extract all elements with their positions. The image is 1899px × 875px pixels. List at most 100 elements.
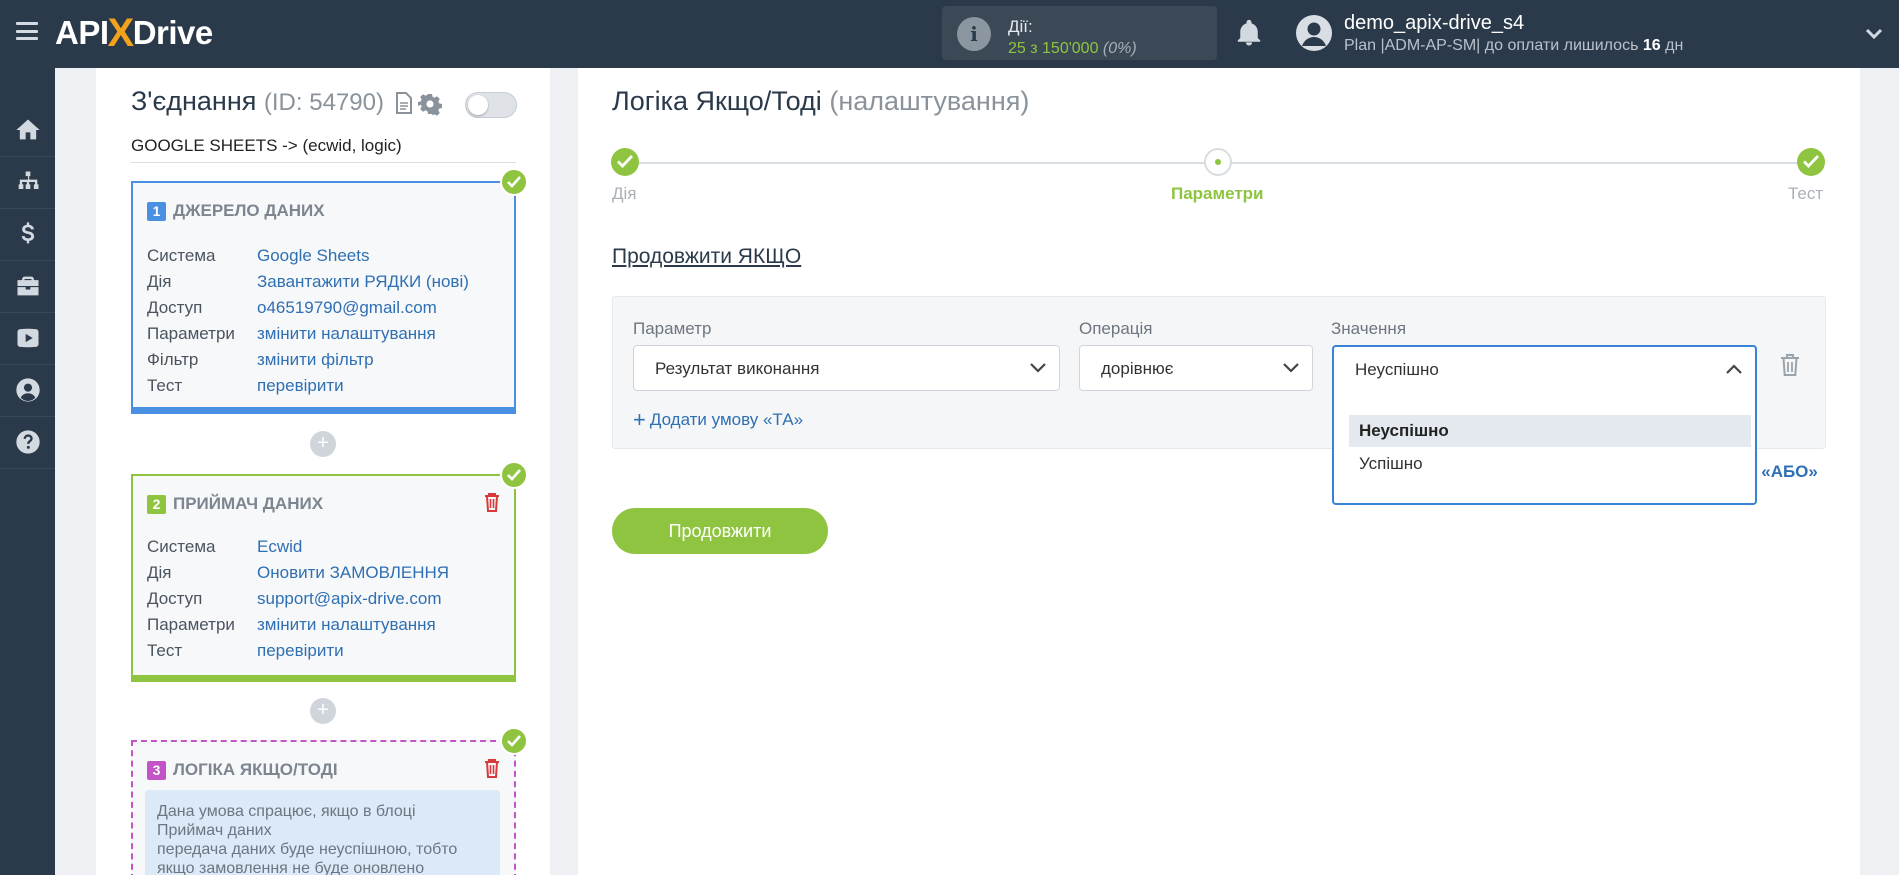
block-row: Параметри змінити налаштування	[147, 612, 449, 638]
logo-text-drive: Drive	[132, 14, 214, 51]
delete-condition-icon[interactable]	[1780, 353, 1800, 377]
row-value-link[interactable]: o46519790@gmail.com	[257, 298, 437, 318]
row-value-link[interactable]: змінити фільтр	[257, 350, 374, 370]
block-number: 2	[147, 494, 166, 514]
note-line: передача даних буде неуспішною, тобто	[157, 841, 458, 858]
logic-block[interactable]: 3 ЛОГІКА ЯКЩО/ТОДІ Дана умова спрацює, як…	[131, 740, 516, 875]
add-and-label: Додати умову «ТА»	[649, 410, 804, 429]
receiver-block[interactable]: 2 ПРИЙМАЧ ДАНИХ Система Ecwid Дія Оновити З…	[131, 474, 516, 682]
home-icon[interactable]	[0, 104, 55, 156]
plan-text: Plan |ADM-AP-SM| до оплати лишилось	[1344, 37, 1643, 54]
add-and-condition-link[interactable]: + Додати умову «ТА»	[633, 405, 804, 432]
row-key: Тест	[147, 641, 183, 660]
delete-block-icon[interactable]	[484, 492, 500, 512]
step-done-icon[interactable]	[611, 148, 639, 176]
actions-counter: i Дії: 25 з 150'000 (0%)	[942, 6, 1217, 60]
step-done-icon[interactable]	[1797, 148, 1825, 176]
block-row: Тест перевірити	[147, 638, 449, 664]
step-label-action[interactable]: Дія	[612, 184, 637, 204]
logo-text-x: X	[107, 10, 135, 55]
add-block-button[interactable]: +	[310, 698, 336, 724]
block-header: 3 ЛОГІКА ЯКЩО/ТОДІ	[147, 760, 338, 780]
block-header: 1 ДЖЕРЕЛО ДАНИХ	[147, 201, 325, 221]
block-row: Тест перевірити	[147, 373, 469, 399]
logo-text-api: API	[55, 14, 109, 51]
chevron-down-icon	[1283, 363, 1299, 373]
operation-label: Операція	[1079, 319, 1153, 338]
block-header: 2 ПРИЙМАЧ ДАНИХ	[147, 494, 323, 514]
help-icon[interactable]	[0, 416, 55, 468]
gear-icon[interactable]	[418, 92, 442, 116]
block-row: Фільтр змінити фільтр	[147, 347, 469, 373]
parameter-select[interactable]: Результат виконання	[633, 345, 1060, 391]
note-line: якщо замовлення не буде оновлено	[157, 860, 425, 875]
block-title: ЛОГІКА ЯКЩО/ТОДІ	[173, 760, 338, 779]
step-current-icon[interactable]	[1204, 148, 1232, 176]
bell-icon[interactable]	[1234, 18, 1264, 48]
logic-description: Дана умова спрацює, якщо в блоці Приймач…	[145, 790, 500, 875]
dollar-icon[interactable]	[0, 208, 55, 260]
operation-select[interactable]: дорівнює	[1079, 345, 1313, 391]
check-icon	[500, 461, 528, 489]
block-row: Параметри змінити налаштування	[147, 321, 469, 347]
actions-count: 25 з 150'000 (0%)	[1008, 40, 1137, 58]
row-key: Дія	[147, 272, 172, 291]
step-label-params[interactable]: Параметри	[1171, 184, 1263, 204]
chevron-down-icon[interactable]	[1862, 22, 1886, 46]
source-block[interactable]: 1 ДЖЕРЕЛО ДАНИХ Система Google Sheets Дія З…	[131, 181, 516, 414]
connection-title: З'єднання (ID: 54790)	[131, 86, 384, 117]
row-key: Фільтр	[147, 350, 199, 369]
delete-block-icon[interactable]	[484, 758, 500, 778]
plan-days-suffix: дн	[1660, 37, 1684, 54]
add-block-button[interactable]: +	[310, 431, 336, 457]
page-title-text: Логіка Якщо/Тоді	[612, 86, 822, 116]
dropdown-option[interactable]: Успішно	[1349, 448, 1751, 480]
block-title: ДЖЕРЕЛО ДАНИХ	[173, 201, 325, 220]
row-value-link[interactable]: Завантажити РЯДКИ (нові)	[257, 272, 469, 292]
value-select[interactable]: Неуспішно	[1332, 345, 1757, 391]
actions-count-value: 25 з 150'000	[1008, 40, 1099, 57]
row-value-link[interactable]: Оновити ЗАМОВЛЕННЯ	[257, 563, 449, 583]
user-name[interactable]: demo_apix-drive_s4	[1344, 12, 1524, 35]
user-icon[interactable]	[0, 364, 55, 416]
check-icon	[500, 727, 528, 755]
connection-name[interactable]: GOOGLE SHEETS -> (ecwid, logic)	[131, 136, 516, 163]
row-value-link[interactable]: перевірити	[257, 376, 344, 396]
row-key: Параметри	[147, 324, 235, 343]
page-title: Логіка Якщо/Тоді (налаштування)	[612, 86, 1029, 117]
document-icon[interactable]	[395, 92, 413, 114]
block-row: Доступ support@apix-drive.com	[147, 586, 449, 612]
parameter-select-value: Результат виконання	[655, 359, 820, 378]
sidebar	[0, 68, 55, 875]
logo[interactable]: API X Drive	[55, 10, 214, 55]
add-or-condition-link[interactable]: у «АБО»	[1748, 462, 1818, 482]
block-row: Система Google Sheets	[147, 243, 469, 269]
row-value-link[interactable]: змінити налаштування	[257, 324, 436, 344]
value-label: Значення	[1331, 319, 1407, 338]
actions-percent: (0%)	[1102, 40, 1137, 57]
row-value-link[interactable]: Google Sheets	[257, 246, 369, 266]
chevron-down-icon	[1030, 363, 1046, 373]
step-label-test[interactable]: Тест	[1788, 184, 1823, 204]
value-dropdown-menu: Неуспішно Успішно	[1332, 389, 1757, 505]
connection-id: (ID: 54790)	[263, 89, 384, 116]
dropdown-option[interactable]: Неуспішно	[1349, 415, 1751, 447]
row-key: Доступ	[147, 298, 203, 317]
row-value-link[interactable]: Ecwid	[257, 537, 302, 557]
row-value-link[interactable]: support@apix-drive.com	[257, 589, 442, 609]
continue-button[interactable]: Продовжити	[612, 508, 828, 554]
row-value-link[interactable]: змінити налаштування	[257, 615, 436, 635]
check-icon	[500, 168, 528, 196]
connection-toggle[interactable]	[465, 92, 517, 118]
menu-icon[interactable]	[16, 22, 38, 40]
plan-days: 16	[1642, 37, 1661, 54]
block-title: ПРИЙМАЧ ДАНИХ	[173, 494, 324, 513]
briefcase-icon[interactable]	[0, 260, 55, 312]
actions-label: Дії:	[1008, 17, 1033, 36]
row-value-link[interactable]: перевірити	[257, 641, 344, 661]
avatar[interactable]	[1296, 15, 1332, 51]
row-key: Система	[147, 537, 216, 556]
sitemap-icon[interactable]	[0, 156, 55, 208]
connection-title-text: З'єднання	[131, 86, 257, 116]
youtube-icon[interactable]	[0, 312, 55, 364]
